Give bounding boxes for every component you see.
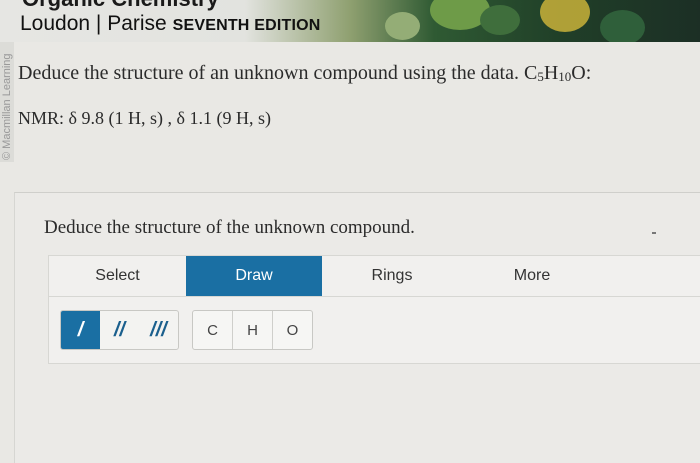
formula-c-subscript: 5 bbox=[537, 69, 544, 84]
watermark-text: © Macmillan Learning bbox=[1, 53, 13, 160]
formula-c: C bbox=[523, 62, 538, 84]
foliage-decoration bbox=[600, 10, 645, 42]
authors-text: Loudon | Parise bbox=[20, 12, 167, 35]
watermark-strip: © Macmillan Learning bbox=[0, 42, 14, 162]
formula-o: O: bbox=[571, 62, 592, 84]
book-banner: Organic Chemistry Loudon | Parise SEVENT… bbox=[0, 0, 700, 42]
single-bond-button[interactable]: / bbox=[61, 311, 100, 349]
formula-h-subscript: 10 bbox=[558, 69, 572, 84]
atom-o-button[interactable]: O bbox=[272, 311, 312, 349]
flower-decoration bbox=[540, 0, 590, 32]
double-bond-button[interactable]: // bbox=[100, 311, 139, 349]
question-sentence: Deduce the structure of an unknown compo… bbox=[18, 62, 524, 84]
foliage-decoration bbox=[480, 5, 520, 35]
panel-mark bbox=[652, 232, 656, 234]
editor-toolbar-tabs: Select Draw Rings More bbox=[48, 255, 700, 297]
tab-more[interactable]: More bbox=[462, 256, 602, 296]
atom-h-button[interactable]: H bbox=[232, 311, 272, 349]
formula-h: H bbox=[543, 62, 559, 84]
foliage-decoration bbox=[385, 12, 420, 40]
question-text: Deduce the structure of an unknown compo… bbox=[18, 62, 591, 85]
atom-c-button[interactable]: C bbox=[193, 311, 232, 349]
atom-tool-group: C H O bbox=[192, 310, 313, 350]
triple-bond-button[interactable]: /// bbox=[139, 311, 178, 349]
answer-prompt: Deduce the structure of the unknown comp… bbox=[44, 217, 415, 238]
bond-tool-group: / // /// bbox=[60, 310, 179, 350]
tab-select[interactable]: Select bbox=[49, 256, 186, 296]
book-authors: Loudon | Parise SEVENTH EDITION bbox=[20, 12, 320, 36]
book-title: Organic Chemistry bbox=[22, 0, 219, 12]
tab-rings[interactable]: Rings bbox=[322, 256, 462, 296]
tab-draw[interactable]: Draw bbox=[186, 256, 322, 296]
edition-text: SEVENTH EDITION bbox=[172, 17, 321, 34]
nmr-data: NMR: δ 9.8 (1 H, s) , δ 1.1 (9 H, s) bbox=[18, 108, 271, 128]
